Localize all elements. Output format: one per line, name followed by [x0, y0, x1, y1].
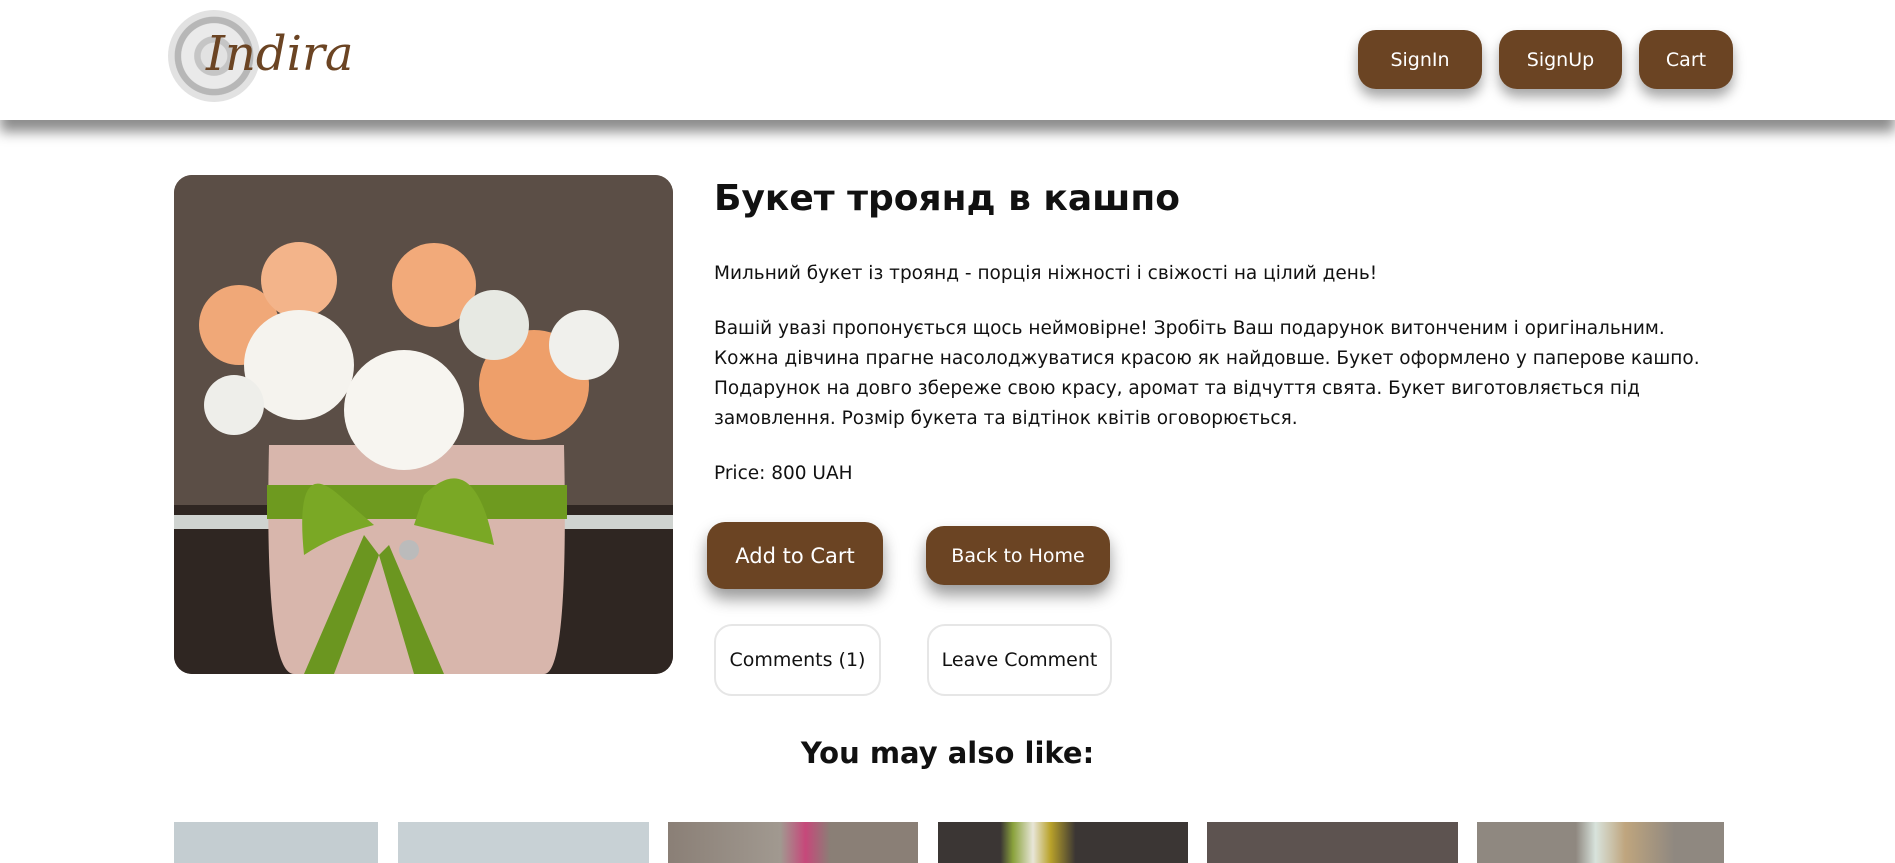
recommendation-thumbnail[interactable]: [398, 822, 649, 863]
add-to-cart-button[interactable]: Add to Cart: [707, 522, 883, 589]
recommendation-thumbnail[interactable]: [1207, 822, 1458, 863]
logo[interactable]: Indira: [166, 8, 354, 104]
product-price: Price: 800 UAH: [714, 463, 853, 484]
recommendation-thumbnail[interactable]: [668, 822, 918, 863]
product-tagline: Мильний букет із троянд - порція ніжност…: [714, 263, 1378, 284]
product-title: Букет троянд в кашпо: [714, 178, 1180, 219]
back-to-home-button[interactable]: Back to Home: [926, 526, 1110, 585]
signup-button[interactable]: SignUp: [1499, 30, 1622, 89]
signin-button[interactable]: SignIn: [1358, 30, 1482, 89]
logo-text: Indira: [206, 26, 354, 82]
product-image: [174, 175, 673, 674]
recommendation-thumbnail[interactable]: [1477, 822, 1724, 863]
recommendation-thumbnail[interactable]: [938, 822, 1188, 863]
recommendations-heading: You may also like:: [800, 736, 1095, 770]
leave-comment-button[interactable]: Leave Comment: [927, 624, 1112, 696]
comments-button[interactable]: Comments (1): [714, 624, 881, 696]
cart-button[interactable]: Cart: [1639, 30, 1733, 89]
header: Indira SignIn SignUp Cart: [0, 0, 1895, 120]
product-description: Вашій увазі пропонується щось неймовірне…: [714, 318, 1700, 429]
recommendation-thumbnail[interactable]: [174, 822, 378, 863]
